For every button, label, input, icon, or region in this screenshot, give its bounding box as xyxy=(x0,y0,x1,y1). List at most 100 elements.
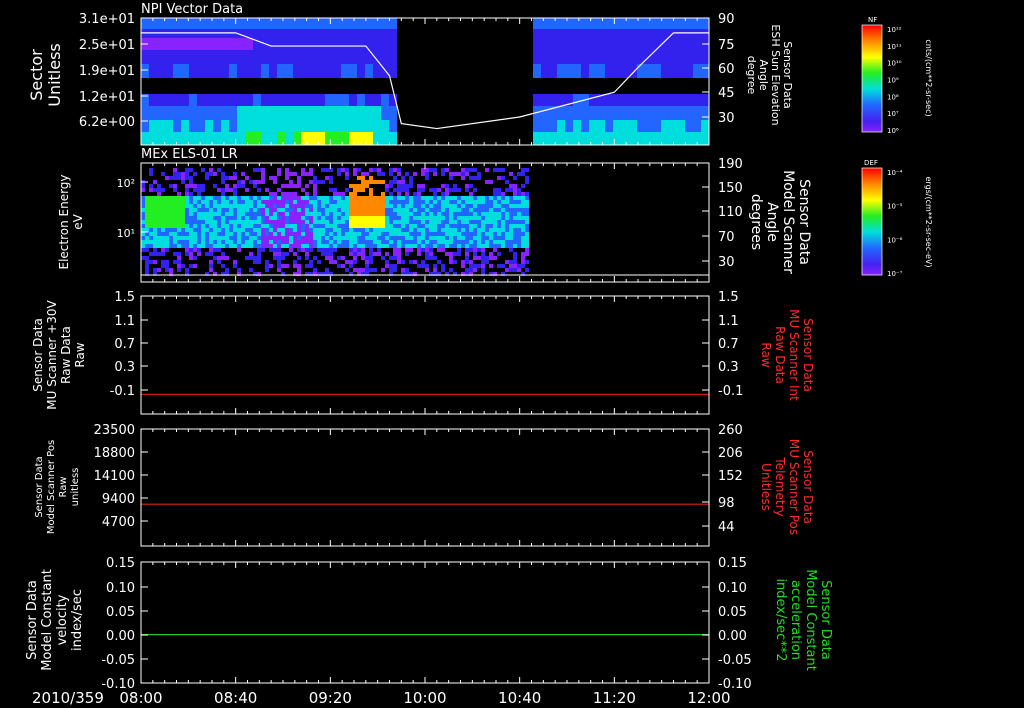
els-cell xyxy=(197,200,201,204)
els-cell xyxy=(425,216,429,220)
els-cell xyxy=(449,208,453,212)
els-cell xyxy=(409,212,413,216)
els-cell xyxy=(437,244,441,248)
colorbar-tick-label: 10¹⁰ xyxy=(887,60,902,68)
npi-cell xyxy=(645,29,653,38)
els-cell xyxy=(521,168,525,172)
els-cell xyxy=(197,212,201,216)
els-cell xyxy=(405,228,409,232)
npi-cell xyxy=(389,132,397,145)
npi-cell xyxy=(629,106,637,120)
npi-cell xyxy=(197,18,205,29)
els-cell xyxy=(465,168,469,172)
npi-cell xyxy=(557,29,565,38)
els-cell xyxy=(425,240,429,244)
els-cell xyxy=(161,224,165,228)
npi-cell xyxy=(205,29,213,38)
els-cell xyxy=(333,200,337,204)
npi-cell xyxy=(645,94,653,106)
els-cell xyxy=(457,208,461,212)
els-cell xyxy=(389,204,393,208)
npi-cell xyxy=(373,29,381,38)
els-cell xyxy=(525,244,529,248)
els-cell xyxy=(501,192,505,196)
els-cell xyxy=(445,200,449,204)
npi-cell xyxy=(285,106,293,120)
els-cell xyxy=(393,176,397,180)
els-cell xyxy=(477,216,481,220)
els-cell xyxy=(269,208,273,212)
els-cell xyxy=(253,216,257,220)
els-cell xyxy=(501,236,505,240)
els-cell xyxy=(345,212,349,216)
els-cell xyxy=(145,212,149,216)
els-cell xyxy=(233,224,237,228)
npi-cell xyxy=(557,64,565,78)
els-cell xyxy=(521,236,525,240)
els-cell xyxy=(305,184,309,188)
els-cell xyxy=(237,216,241,220)
els-cell xyxy=(429,232,433,236)
els-cell xyxy=(489,204,493,208)
els-cell xyxy=(525,208,529,212)
npi-cell xyxy=(205,94,213,106)
els-cell xyxy=(225,176,229,180)
els-cell xyxy=(465,248,469,252)
els-cell xyxy=(493,228,497,232)
els-cell xyxy=(149,216,153,220)
els-cell xyxy=(461,244,465,248)
els-cell xyxy=(325,252,329,256)
els-cell xyxy=(489,200,493,204)
els-cell xyxy=(273,192,277,196)
npi-cell xyxy=(261,94,269,106)
els-cell xyxy=(345,220,349,224)
els-cell xyxy=(525,260,529,264)
els-cell xyxy=(345,260,349,264)
els-cell xyxy=(185,184,189,188)
els-cell xyxy=(189,240,193,244)
els-cell xyxy=(445,184,449,188)
els-cell xyxy=(193,236,197,240)
npi-cell xyxy=(349,64,357,78)
y-tick-label: 0.3 xyxy=(114,360,135,375)
els-cell xyxy=(385,196,389,200)
els-cell xyxy=(221,236,225,240)
npi-cell xyxy=(165,18,173,29)
els-cell xyxy=(525,216,529,220)
els-cell xyxy=(261,228,265,232)
els-cell xyxy=(209,228,213,232)
els-cell xyxy=(409,224,413,228)
els-cell xyxy=(473,200,477,204)
npi-cell xyxy=(301,38,309,50)
els-cell xyxy=(217,220,221,224)
els-cell xyxy=(433,200,437,204)
npi-cell xyxy=(237,120,245,132)
els-cell xyxy=(301,168,305,172)
y-tick-label: -0.05 xyxy=(101,653,135,668)
els-cell xyxy=(461,236,465,240)
els-cell xyxy=(393,200,397,204)
els-cell xyxy=(161,236,165,240)
els-cell xyxy=(485,232,489,236)
els-cell xyxy=(309,180,313,184)
els-cell xyxy=(289,228,293,232)
npi-cell xyxy=(669,64,677,78)
npi-cell xyxy=(285,94,293,106)
npi-cell xyxy=(661,29,669,38)
els-cell xyxy=(141,240,145,244)
els-cell xyxy=(445,244,449,248)
els-cell xyxy=(205,204,209,208)
els-cell xyxy=(425,236,429,240)
els-cell xyxy=(353,172,357,176)
els-cell xyxy=(393,256,397,260)
npi-cell xyxy=(597,120,605,132)
els-cell xyxy=(449,216,453,220)
els-cell xyxy=(517,208,521,212)
npi-cell xyxy=(237,132,245,145)
els-cell xyxy=(345,200,349,204)
npi-cell xyxy=(229,38,237,50)
els-cell xyxy=(429,220,433,224)
colorbar-tick-label: 10¹² xyxy=(887,26,902,34)
els-cell xyxy=(181,200,185,204)
els-cell xyxy=(229,200,233,204)
